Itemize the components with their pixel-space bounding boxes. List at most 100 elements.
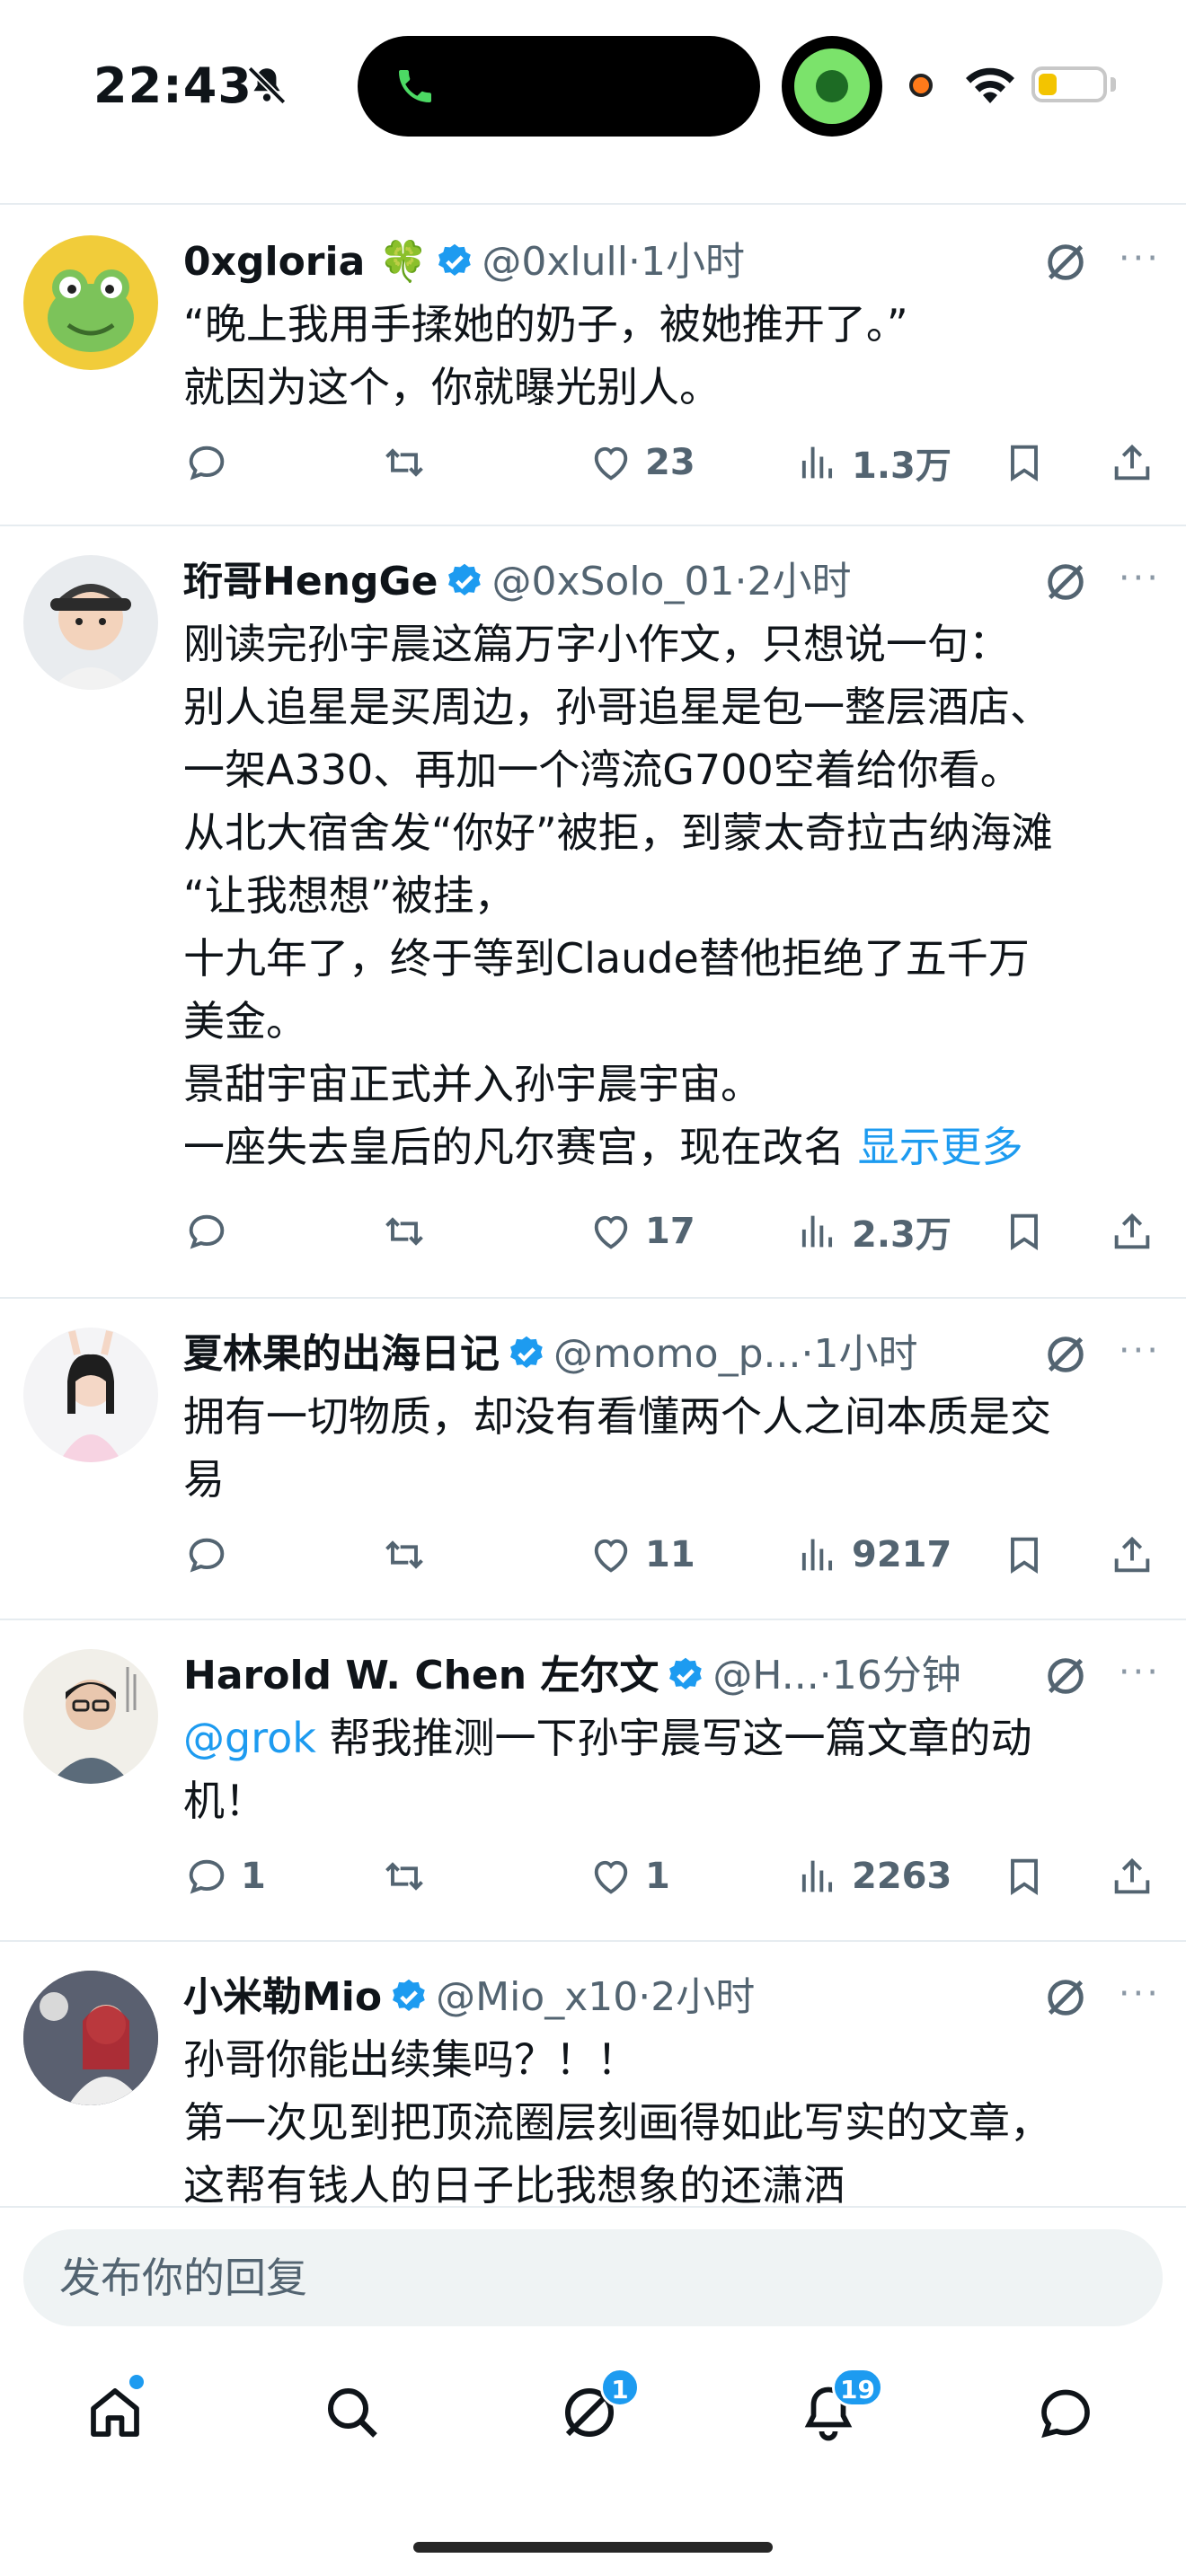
repost-button[interactable] [381, 431, 428, 494]
avatar[interactable] [23, 1971, 158, 2105]
phone-call-icon [399, 70, 431, 102]
battery-level [1039, 74, 1057, 95]
author-handle[interactable]: @Mio_x10 [436, 1974, 638, 2020]
author-name[interactable]: 0xgloria 🍀 [183, 239, 428, 285]
tweet-actions: 17 2.3万 [183, 1200, 1163, 1263]
tweet-line: 机！ [183, 1777, 266, 1825]
author-handle[interactable]: @H... [712, 1653, 819, 1698]
grok-icon[interactable] [1042, 1974, 1089, 2021]
mention-link[interactable]: @grok [183, 1714, 316, 1762]
like-button[interactable]: 17 [588, 1200, 695, 1263]
share-button[interactable] [1109, 1523, 1155, 1586]
reply-button[interactable] [183, 431, 230, 494]
tab-messages[interactable] [1033, 2380, 1105, 2452]
like-button[interactable]: 23 [588, 431, 695, 494]
separator-dot: · [801, 1331, 814, 1377]
share-button[interactable] [1109, 1845, 1155, 1908]
reply-placeholder: 发布你的回复 [59, 2254, 307, 2302]
share-button[interactable] [1109, 431, 1155, 494]
timestamp[interactable]: 2小时 [747, 559, 851, 604]
grok-icon[interactable] [1042, 239, 1089, 286]
tab-home[interactable] [83, 2375, 155, 2452]
reply-button[interactable] [183, 1523, 230, 1586]
show-more-link[interactable]: 显示更多 [858, 1123, 1023, 1171]
tweet-text: 拥有一切物质，却没有看懂两个人之间本质是交 易 [183, 1385, 1154, 1511]
author-name[interactable]: 小米勒Mio [183, 1974, 382, 2020]
timestamp[interactable]: 16分钟 [832, 1653, 961, 1698]
tweet-line: 一架A330、再加一个湾流G700空着给你看。 [183, 745, 1022, 794]
tweet-line: 易 [183, 1455, 225, 1504]
like-button[interactable]: 1 [588, 1845, 670, 1908]
more-options-icon[interactable]: ··· [1119, 1967, 1161, 2021]
repost-button[interactable] [381, 1845, 428, 1908]
status-time: 22:43 [93, 57, 252, 114]
timestamp[interactable]: 2小时 [651, 1974, 755, 2020]
bookmark-button[interactable] [1001, 431, 1048, 494]
views-button[interactable]: 1.3万 [794, 431, 951, 494]
verified-badge-icon [438, 243, 472, 276]
more-options-icon[interactable]: ··· [1119, 1645, 1161, 1699]
bell-muted-icon [247, 66, 287, 105]
reply-input[interactable]: 发布你的回复 [23, 2229, 1163, 2326]
grok-icon[interactable] [1042, 1653, 1089, 1699]
repost-icon [385, 448, 423, 477]
tweet-line-text: 一座失去皇后的凡尔赛宫，现在改名 [183, 1123, 845, 1171]
grok-icon[interactable] [1042, 559, 1089, 605]
tweet-actions: 23 1.3万 [183, 431, 1163, 494]
author-name[interactable]: Harold W. Chen 左尔文 [183, 1653, 659, 1698]
views-button[interactable]: 2.3万 [794, 1200, 951, 1263]
status-bar: 22:43 [0, 0, 1186, 180]
tab-grok[interactable]: 1 [557, 2368, 640, 2452]
notifications-badge: 19 [832, 2368, 883, 2407]
dynamic-island[interactable] [358, 36, 760, 137]
tweet-header: 夏林果的出海日记 @momo_p...·1小时 [183, 1324, 1136, 1385]
author-name[interactable]: 珩哥HengGe [183, 559, 438, 604]
author-handle[interactable]: @momo_p... [553, 1331, 801, 1377]
reply-button[interactable] [183, 1200, 230, 1263]
more-options-icon[interactable]: ··· [1119, 1324, 1161, 1378]
bookmark-button[interactable] [1001, 1523, 1048, 1586]
author-name[interactable]: 夏林果的出海日记 [183, 1331, 500, 1377]
reply-icon [189, 1859, 225, 1894]
avatar[interactable] [23, 235, 158, 370]
timestamp[interactable]: 1小时 [641, 239, 745, 285]
divider [0, 1619, 1186, 1620]
separator-dot: · [638, 1974, 651, 2020]
author-handle[interactable]: @0xSolo_01 [491, 559, 734, 604]
author-handle[interactable]: @0xlull [482, 239, 628, 285]
share-icon [1114, 1857, 1150, 1894]
more-options-icon[interactable]: ··· [1119, 551, 1161, 605]
views-icon [801, 1539, 833, 1571]
avatar[interactable] [23, 1649, 158, 1784]
avatar[interactable] [23, 1328, 158, 1462]
battery-cap [1111, 77, 1116, 92]
tweet-line: “晚上我用手揉她的奶子，被她推开了。” [183, 300, 908, 348]
view-count: 2.3万 [852, 1214, 951, 1256]
tweet-mio[interactable]: 小米勒Mio @Mio_x10·2小时 ··· 孙哥你能出续集吗？！！ 第一次见到… [0, 1967, 1186, 2206]
reply-button[interactable]: 1 [183, 1845, 266, 1908]
tweet-line-text: 帮我推测一下孙宇晨写这一篇文章的动 [315, 1714, 1032, 1762]
bookmark-icon [1011, 1213, 1038, 1250]
avatar[interactable] [23, 555, 158, 690]
like-button[interactable]: 11 [588, 1523, 695, 1586]
tab-notifications[interactable]: 19 [796, 2368, 883, 2452]
more-options-icon[interactable]: ··· [1119, 232, 1161, 286]
grok-icon[interactable] [1042, 1331, 1089, 1378]
bookmark-button[interactable] [1001, 1845, 1048, 1908]
reply-icon [189, 1538, 225, 1573]
bookmark-button[interactable] [1001, 1200, 1048, 1263]
tweet-line: 拥有一切物质，却没有看懂两个人之间本质是交 [183, 1392, 1051, 1441]
heart-icon [594, 1215, 628, 1249]
verified-badge-icon [510, 1336, 543, 1368]
repost-button[interactable] [381, 1200, 428, 1263]
timestamp[interactable]: 1小时 [813, 1331, 917, 1377]
repost-button[interactable] [381, 1523, 428, 1586]
home-indicator[interactable] [413, 2542, 773, 2553]
reply-count: 1 [241, 1856, 266, 1897]
views-button[interactable]: 2263 [794, 1845, 951, 1908]
tweet-line: 景甜宇宙正式并入孙宇晨宇宙。 [183, 1060, 762, 1108]
views-button[interactable]: 9217 [794, 1523, 951, 1586]
share-button[interactable] [1109, 1200, 1155, 1263]
tab-search[interactable] [320, 2380, 392, 2452]
grok-badge: 1 [600, 2368, 640, 2407]
